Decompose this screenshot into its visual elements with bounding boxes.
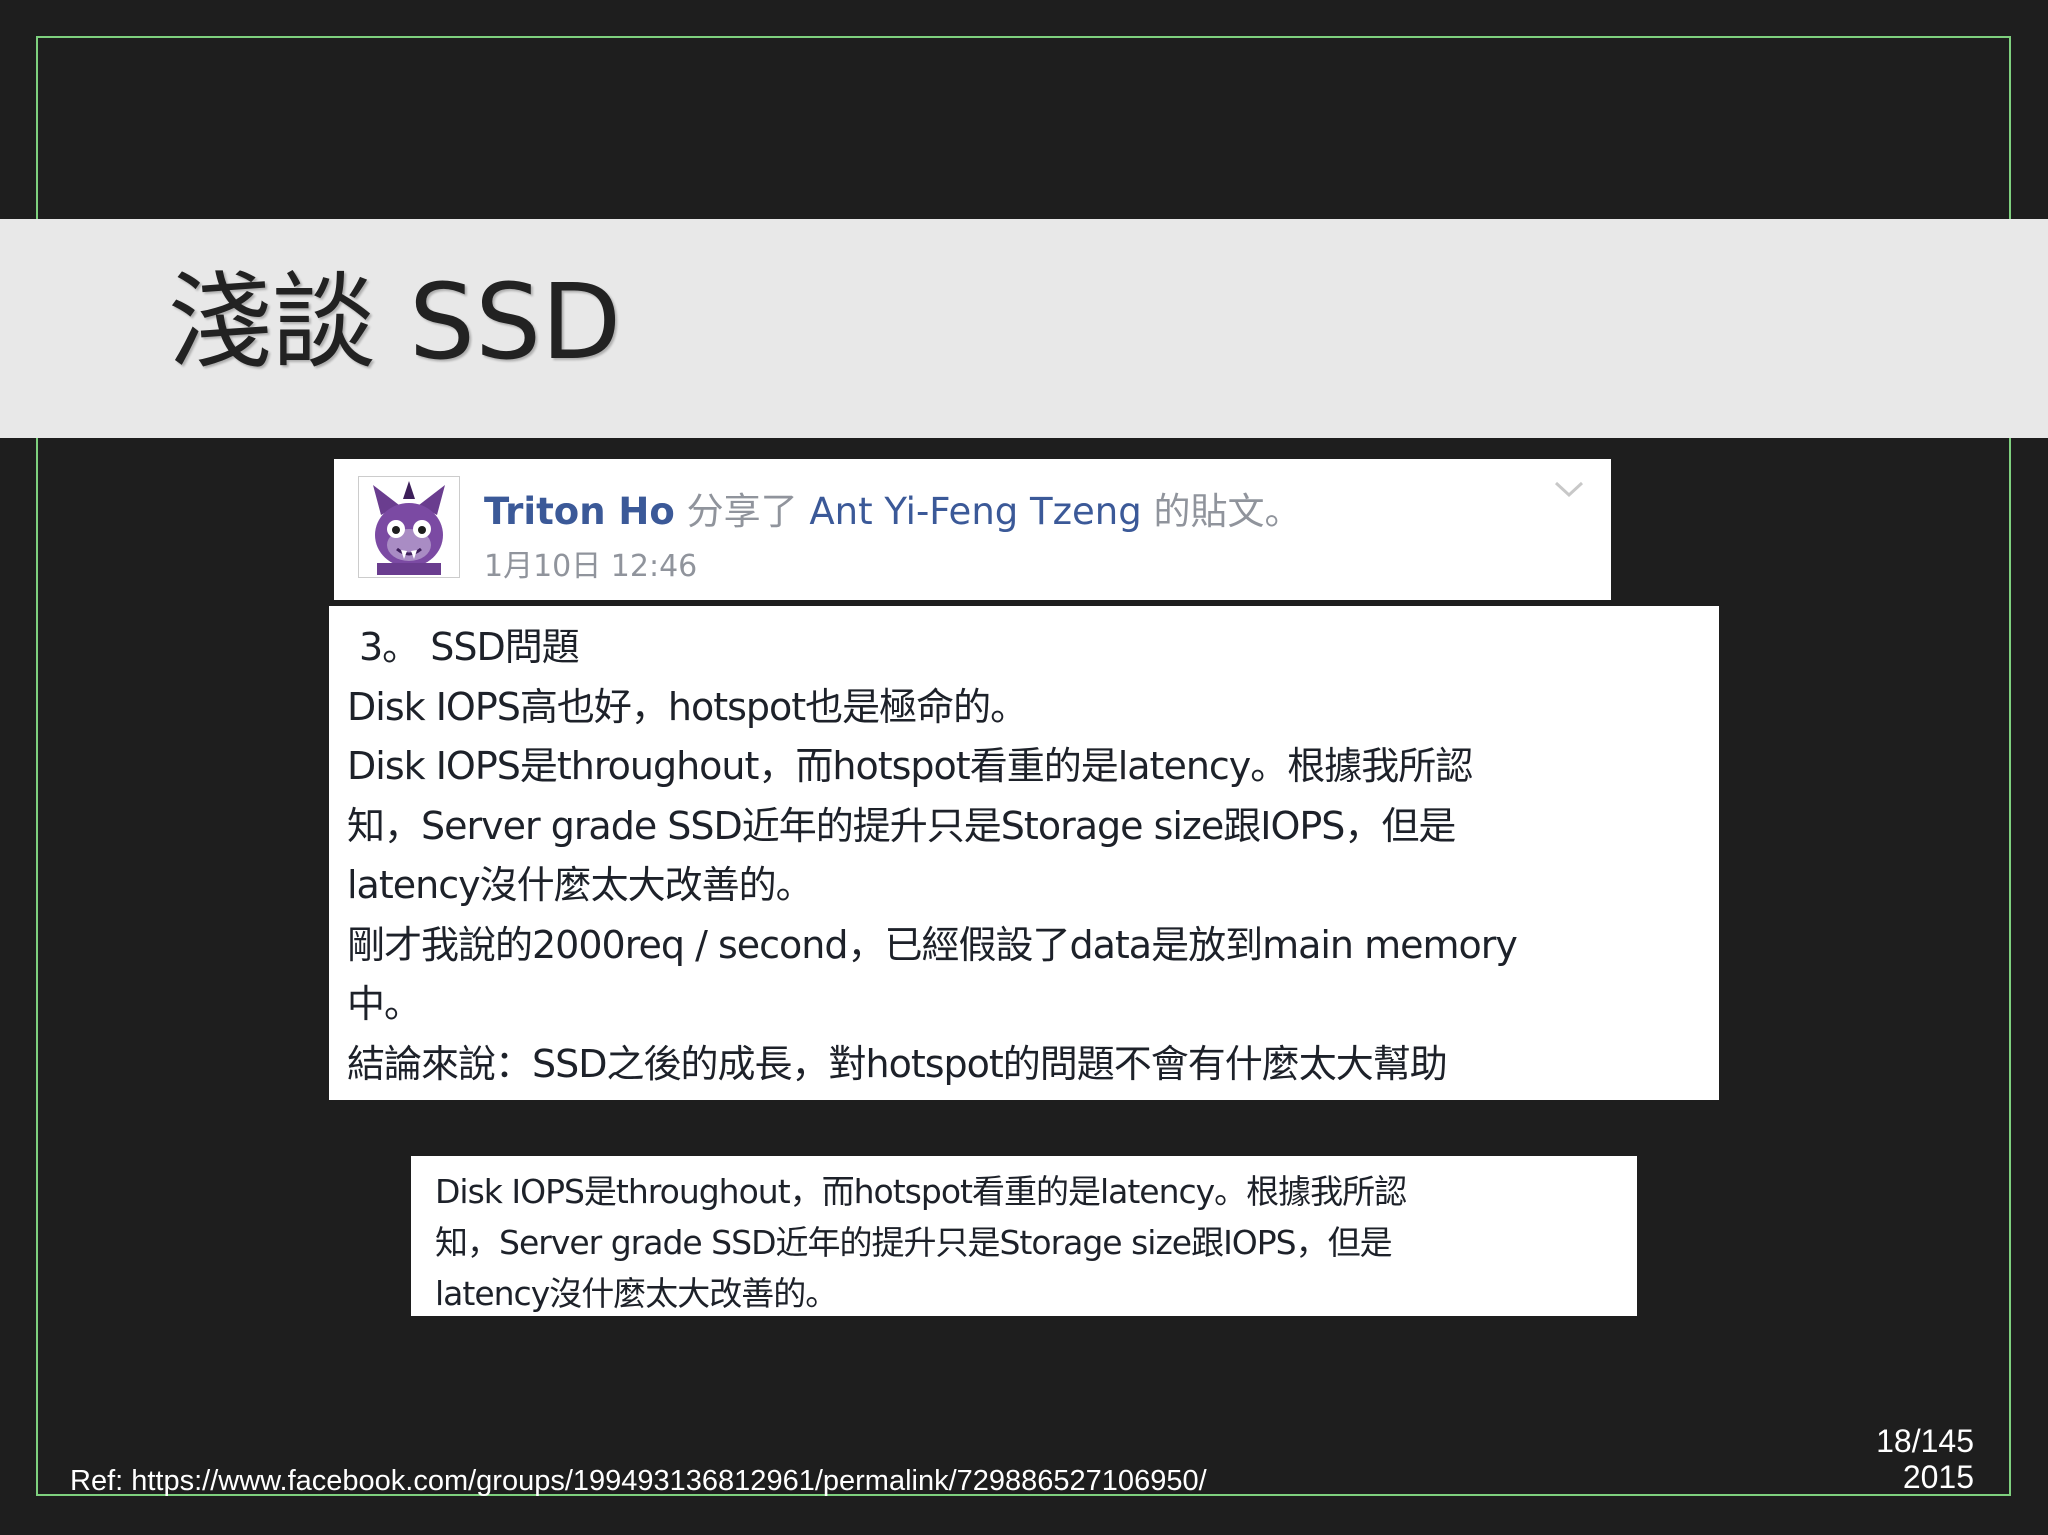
slide-year: 2015 — [1902, 1459, 1974, 1495]
quote-line: Disk IOPS是throughout，而hotspot看重的是latency… — [435, 1172, 1407, 1211]
share-line: Triton Ho 分享了 Ant Yi-Feng Tzeng 的貼文。 — [484, 481, 1302, 535]
share-suffix: 的貼文。 — [1153, 490, 1302, 533]
quote-line: latency沒什麼太大改善的。 — [435, 1274, 838, 1313]
reference-link[interactable]: Ref: https://www.facebook.com/groups/199… — [70, 1465, 1207, 1498]
post-line: 剛才我說的2000req / second，已經假設了data是放到main m… — [347, 922, 1518, 967]
post-line: Disk IOPS高也好，hotspot也是極命的。 — [347, 684, 1028, 729]
slide-title: 淺談 SSD — [168, 261, 622, 383]
post-line: 結論來說：SSD之後的成長，對hotspot的問題不會有什麼太大幫助 — [347, 1041, 1448, 1086]
quote-line: 知，Server grade SSD近年的提升只是Storage size跟IO… — [435, 1223, 1393, 1262]
share-verb: 分享了 — [686, 490, 798, 533]
author-link[interactable]: Triton Ho — [484, 490, 675, 533]
page-number-block: 18/145 2015 — [1876, 1423, 1974, 1495]
chevron-down-icon[interactable] — [1552, 477, 1586, 501]
original-author-link[interactable]: Ant Yi-Feng Tzeng — [809, 490, 1141, 533]
post-heading: 3。 SSD問題 — [359, 625, 580, 669]
post-line: latency沒什麼太大改善的。 — [347, 863, 814, 907]
post-line: 知，Server grade SSD近年的提升只是Storage size跟IO… — [347, 803, 1456, 848]
facebook-share-header: Triton Ho 分享了 Ant Yi-Feng Tzeng 的貼文。 1月1… — [334, 459, 1611, 600]
highlighted-quote: Disk IOPS是throughout，而hotspot看重的是latency… — [411, 1156, 1637, 1316]
purple-cat-avatar-icon[interactable] — [358, 476, 460, 578]
post-body: 3。 SSD問題 Disk IOPS高也好，hotspot也是極命的。 Disk… — [329, 606, 1719, 1100]
page-number: 18/145 — [1876, 1423, 1974, 1459]
post-line: 中。 — [347, 982, 422, 1026]
post-timestamp[interactable]: 1月10日 12:46 — [484, 541, 697, 585]
post-line: Disk IOPS是throughout，而hotspot看重的是latency… — [347, 744, 1473, 788]
